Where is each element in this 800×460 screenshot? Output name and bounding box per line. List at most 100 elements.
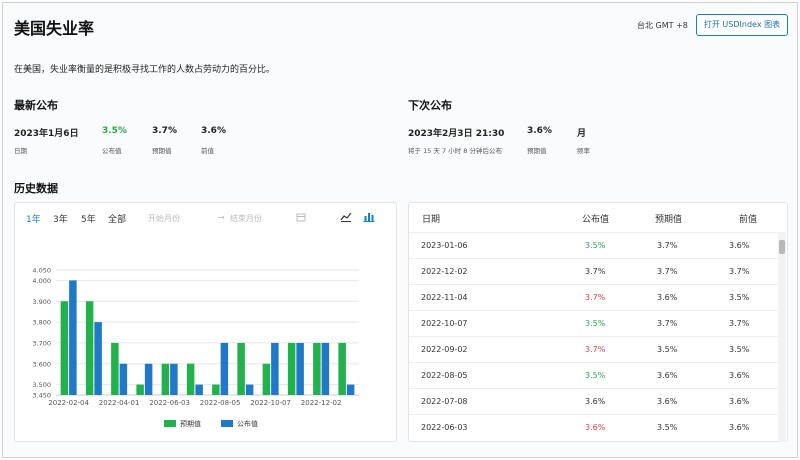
x-tick-label: 2022-02-04: [48, 399, 89, 407]
latest-forecast: 3.7%: [152, 126, 177, 136]
history-bar-chart: 3.4503.5003.6003.7003.8003.9004.0004.050…: [32, 267, 359, 428]
line-chart-icon[interactable]: [340, 211, 352, 222]
bar-actual: [69, 280, 77, 395]
cell-forecast: 3.7%: [657, 267, 678, 276]
bar-actual: [195, 384, 203, 395]
cell-date: 2022-11-04: [421, 293, 468, 302]
bar-actual: [245, 384, 254, 395]
cell-date: 2022-09-02: [421, 345, 468, 354]
bar-actual: [321, 342, 330, 395]
col-header-previous[interactable]: 前值: [739, 212, 757, 225]
col-header-date[interactable]: 日期: [422, 212, 440, 225]
latest-heading: 最新公布: [14, 99, 58, 112]
x-tick-label: 2022-04-01: [99, 399, 140, 407]
x-tick-label: 2022-10-07: [250, 399, 291, 407]
timezone-label[interactable]: 台北 GMT +8: [637, 20, 688, 31]
y-tick-label: 3.700: [32, 339, 51, 347]
latest-previous: 3.6%: [201, 126, 226, 136]
x-tick-label: 2022-12-02: [301, 399, 342, 407]
cell-actual: 3.6%: [585, 397, 606, 406]
table-row: 2022-07-08 3.6% 3.6% 3.6%: [409, 388, 778, 414]
bar-forecast: [313, 342, 321, 395]
table-row: 2023-01-06 3.5% 3.7% 3.6%: [409, 232, 778, 258]
cell-forecast: 3.6%: [657, 293, 678, 302]
table-row: 2022-06-03 3.6% 3.5% 3.6%: [409, 414, 778, 440]
range-tab-3y[interactable]: 3年: [53, 212, 68, 225]
latest-actual-label: 公布值: [102, 147, 122, 155]
cell-previous: 3.7%: [729, 319, 750, 328]
range-tab-all[interactable]: 全部: [108, 212, 126, 225]
y-tick-label: 4.000: [32, 277, 51, 285]
y-tick-label: 4.050: [32, 267, 51, 275]
bar-actual: [271, 342, 279, 395]
cell-forecast: 3.7%: [657, 241, 678, 250]
cell-previous: 3.6%: [729, 241, 750, 250]
cell-previous: 3.5%: [729, 293, 750, 302]
start-month-input[interactable]: 开始月份: [148, 213, 180, 224]
next-frequency-label: 频率: [577, 147, 590, 155]
bar-forecast: [111, 342, 119, 395]
bar-forecast: [161, 363, 170, 395]
bar-forecast: [262, 363, 271, 395]
range-tab-5y[interactable]: 5年: [81, 212, 96, 225]
cell-previous: 3.7%: [729, 267, 750, 276]
latest-date-label: 日期: [14, 147, 27, 155]
legend-forecast-swatch: [164, 420, 176, 427]
latest-forecast-label: 预期值: [152, 147, 172, 155]
calendar-icon[interactable]: [296, 212, 306, 222]
legend-forecast-label: 预期值: [180, 419, 201, 428]
bar-actual: [144, 363, 153, 395]
bar-forecast: [136, 384, 144, 395]
bar-forecast: [85, 301, 94, 395]
table-scrollbar-thumb[interactable]: [779, 240, 785, 254]
range-arrow-icon: →: [218, 213, 225, 222]
cell-date: 2022-10-07: [421, 319, 468, 328]
table-row: 2022-12-02 3.7% 3.7% 3.7%: [409, 258, 778, 284]
legend-actual-label: 公布值: [237, 419, 258, 428]
col-header-forecast[interactable]: 预期值: [655, 212, 682, 225]
cell-actual: 3.7%: [585, 267, 606, 276]
x-tick-label: 2022-06-03: [149, 399, 190, 407]
bar-actual: [170, 363, 178, 395]
x-tick-label: 2022-08-05: [200, 399, 241, 407]
y-tick-label: 3.800: [32, 319, 51, 327]
next-countdown: 将于 15 天 7 小时 8 分钟后公布: [408, 147, 502, 155]
end-month-input[interactable]: 结束月份: [230, 213, 262, 224]
table-row: 2022-10-07 3.5% 3.7% 3.7%: [409, 310, 778, 336]
bar-forecast: [287, 342, 296, 395]
cell-previous: 3.6%: [729, 371, 750, 380]
cell-previous: 3.6%: [729, 397, 750, 406]
y-tick-label: 3.900: [32, 298, 51, 306]
cell-forecast: 3.7%: [657, 319, 678, 328]
bar-actual: [346, 384, 355, 395]
cell-actual: 3.7%: [585, 345, 606, 354]
cell-previous: 3.5%: [729, 345, 750, 354]
indicator-description: 在美国，失业率衡量的是积极寻找工作的人数占劳动力的百分比。: [14, 65, 276, 75]
cell-date: 2022-12-02: [421, 267, 468, 276]
table-row: 2022-08-05 3.5% 3.6% 3.6%: [409, 362, 778, 388]
bar-chart-icon[interactable]: [363, 211, 375, 222]
open-chart-button[interactable]: 打开 USDIndex 图表: [696, 14, 788, 36]
y-tick-label: 3.600: [32, 360, 51, 368]
latest-previous-label: 前值: [201, 147, 214, 155]
col-header-actual[interactable]: 公布值: [582, 212, 609, 225]
cell-forecast: 3.6%: [657, 371, 678, 380]
table-row: 2022-09-02 3.7% 3.5% 3.5%: [409, 336, 778, 362]
next-forecast-label: 预期值: [527, 147, 547, 155]
next-forecast: 3.6%: [527, 126, 552, 136]
cell-forecast: 3.6%: [657, 397, 678, 406]
y-tick-label: 3.500: [32, 381, 51, 389]
cell-date: 2022-08-05: [421, 371, 468, 380]
cell-date: 2022-07-08: [421, 397, 468, 406]
bar-actual: [94, 322, 102, 395]
table-scrollbar[interactable]: [778, 232, 786, 442]
bar-forecast: [338, 342, 346, 395]
range-tab-1y[interactable]: 1年: [26, 212, 41, 225]
bar-actual: [296, 342, 304, 395]
bar-forecast: [212, 384, 220, 395]
cell-actual: 3.5%: [585, 241, 606, 250]
latest-actual: 3.5%: [102, 126, 127, 136]
cell-previous: 3.6%: [729, 423, 750, 432]
cell-actual: 3.7%: [585, 293, 606, 302]
cell-actual: 3.6%: [585, 423, 606, 432]
